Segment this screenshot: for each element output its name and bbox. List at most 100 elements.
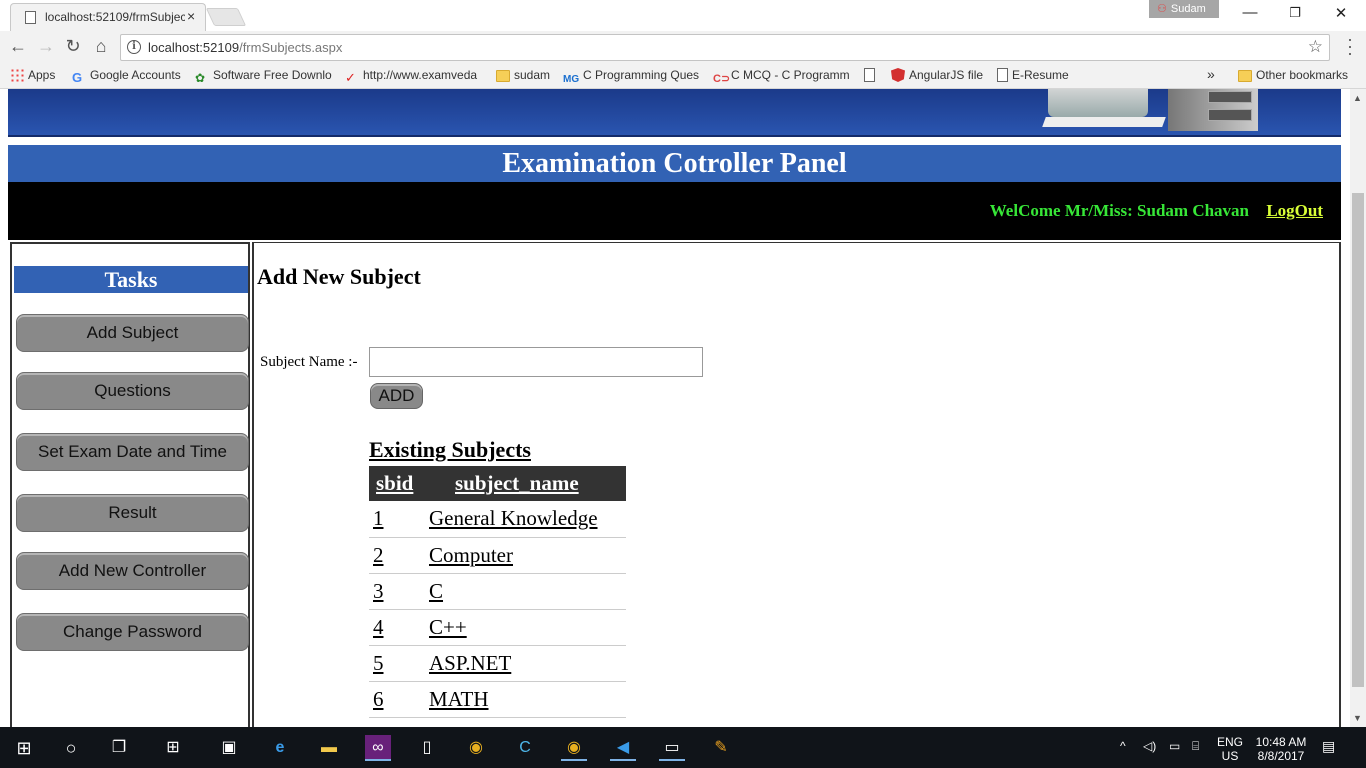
table-row: 4 C++ (369, 609, 626, 646)
visual-studio-icon[interactable]: ∞ (365, 735, 391, 761)
file-explorer-icon[interactable]: ▬ (316, 735, 342, 761)
scroll-down-icon[interactable]: ▼ (1353, 713, 1362, 723)
sbid-link[interactable]: 4 (373, 615, 384, 639)
menu-icon[interactable]: · · · (1342, 30, 1358, 62)
bookmark-angularjs[interactable]: AngularJS file (891, 67, 983, 83)
shield-icon: ✿ (195, 71, 206, 84)
network-icon[interactable]: ⌸ (1192, 739, 1199, 753)
info-icon[interactable]: i (127, 40, 141, 54)
subject-name-link[interactable]: ASP.NET (429, 651, 511, 675)
page-scrollbar[interactable]: ▲ ▼ (1350, 89, 1366, 727)
google-icon: G (72, 70, 83, 84)
clock[interactable]: 10:48 AM 8/8/2017 (1253, 735, 1309, 763)
table-header-row: sbid subject_name (369, 466, 626, 501)
edge-icon[interactable]: e (267, 735, 293, 761)
change-password-button[interactable]: Change Password (16, 613, 249, 651)
subject-name-link[interactable]: C++ (429, 615, 467, 639)
subject-name-input[interactable] (369, 347, 703, 377)
sbid-link[interactable]: 5 (373, 651, 384, 675)
cmcq-icon: C⊃ (713, 73, 731, 85)
home-icon[interactable]: ⌂ (90, 36, 112, 57)
bookmark-star-icon[interactable]: ☆ (1308, 37, 1323, 57)
address-bar[interactable]: i localhost:52109/frmSubjects.aspx ☆ (120, 34, 1330, 61)
paint-icon[interactable]: ✎ (708, 735, 734, 761)
table-row: 2 Computer (369, 537, 626, 574)
bookmark-examveda[interactable]: ✓ http://www.examveda (345, 67, 485, 84)
profile-icon: ⚇ (1157, 3, 1167, 15)
tab-title: localhost:52109/frmSubjects.aspx (45, 10, 185, 24)
sbid-link[interactable]: 6 (373, 687, 384, 711)
subject-name-link[interactable]: Computer (429, 543, 513, 567)
bookmark-google-accounts[interactable]: G Google Accounts (72, 67, 181, 84)
bookmark-sudam[interactable]: sudam (496, 67, 550, 83)
profile-button[interactable]: ⚇ Sudam (1149, 0, 1219, 18)
search-icon[interactable]: ○ (58, 735, 84, 761)
bookmark-apps[interactable]: Apps (10, 67, 55, 83)
scrollbar-thumb[interactable] (1352, 193, 1364, 687)
chrome-icon[interactable]: ◉ (463, 735, 489, 761)
volume-icon[interactable]: ◁) (1143, 739, 1156, 753)
subject-name-link[interactable]: General Knowledge (429, 506, 598, 530)
subject-name-link[interactable]: C (429, 579, 443, 603)
check-icon: ✓ (345, 70, 356, 84)
user-bar: WelCome Mr/Miss: Sudam Chavan LogOut (8, 182, 1341, 240)
notifications-icon[interactable]: ▤ (1322, 739, 1335, 753)
bookmarks-bar: Apps G Google Accounts ✿ Software Free Dow… (0, 64, 1366, 89)
bookmark-page[interactable] (864, 67, 879, 83)
angular-icon (891, 68, 905, 82)
task-view-icon[interactable]: ❐ (106, 735, 132, 761)
cmd-icon[interactable]: ▭ (659, 735, 685, 761)
result-button[interactable]: Result (16, 494, 249, 532)
subject-name-label: Subject Name :- (260, 354, 358, 370)
sbid-link[interactable]: 3 (373, 579, 384, 603)
browser-tab[interactable]: localhost:52109/frmSubjects.aspx × (10, 3, 206, 31)
minimize-icon[interactable]: — (1240, 4, 1260, 21)
set-exam-date-button[interactable]: Set Exam Date and Time (16, 433, 249, 471)
vscode-icon[interactable]: ◀ (610, 735, 636, 761)
chrome-active-icon[interactable]: ◉ (561, 735, 587, 761)
browser-toolbar: ← → ↻ ⌂ i localhost:52109/frmSubjects.as… (0, 30, 1366, 64)
windows-start-icon[interactable]: ⊞ (11, 735, 37, 761)
windows-flag-icon[interactable]: ⊞ (160, 735, 186, 761)
shield-app-icon[interactable]: C (512, 735, 538, 761)
add-controller-button[interactable]: Add New Controller (16, 552, 249, 590)
bookmark-c-programming[interactable]: MG C Programming Ques (563, 67, 703, 86)
computer-illustration (1018, 89, 1258, 135)
subject-name-link[interactable]: MATH (429, 687, 489, 711)
header-banner (8, 89, 1341, 137)
tray-chevron-icon[interactable]: ^ (1120, 739, 1126, 753)
forward-icon[interactable]: → (35, 36, 57, 57)
logout-link[interactable]: LogOut (1266, 201, 1323, 221)
column-header-subject-name[interactable]: subject_name (429, 466, 626, 501)
battery-icon[interactable]: ▭ (1169, 739, 1180, 753)
bookmark-software[interactable]: ✿ Software Free Downlo (195, 67, 335, 84)
table-row: 6 MATH (369, 681, 626, 718)
folder-icon (496, 70, 510, 82)
reload-icon[interactable]: ↻ (62, 36, 84, 57)
add-subject-submit-button[interactable]: ADD (370, 383, 423, 409)
close-window-icon[interactable]: ✕ (1331, 4, 1351, 22)
form-title: Add New Subject (257, 264, 421, 289)
apps-icon (10, 68, 24, 82)
bookmark-other[interactable]: Other bookmarks (1238, 67, 1348, 83)
scroll-up-icon[interactable]: ▲ (1353, 93, 1362, 103)
notepad-icon[interactable]: ▯ (414, 735, 440, 761)
taskbar: ⊞ ○ ❐ ⊞ ▣ e ▬ ∞ ▯ ◉ C ◉ ◀ ▭ ✎ ^ ◁) ▭ ⌸ E… (0, 727, 1366, 768)
back-icon[interactable]: ← (7, 36, 29, 57)
more-bookmarks-icon[interactable]: » (1207, 66, 1215, 82)
new-tab-button[interactable] (205, 8, 247, 26)
bookmark-c-mcq[interactable]: C⊃C MCQ - C Programm (713, 67, 853, 85)
close-icon[interactable]: × (187, 8, 195, 24)
restore-icon[interactable]: ❐ (1285, 5, 1305, 21)
add-subject-button[interactable]: Add Subject (16, 314, 249, 352)
page-title: Examination Cotroller Panel (8, 145, 1341, 182)
store-icon[interactable]: ▣ (216, 735, 242, 761)
questions-button[interactable]: Questions (16, 372, 249, 410)
sbid-link[interactable]: 2 (373, 543, 384, 567)
bookmark-e-resume[interactable]: E-Resume (997, 67, 1069, 83)
language-indicator[interactable]: ENG US (1214, 735, 1246, 763)
subjects-table: sbid subject_name 1 General Knowledge 2 … (369, 466, 626, 718)
column-header-sbid[interactable]: sbid (369, 466, 429, 501)
sbid-link[interactable]: 1 (373, 506, 384, 530)
page-icon (997, 68, 1008, 82)
